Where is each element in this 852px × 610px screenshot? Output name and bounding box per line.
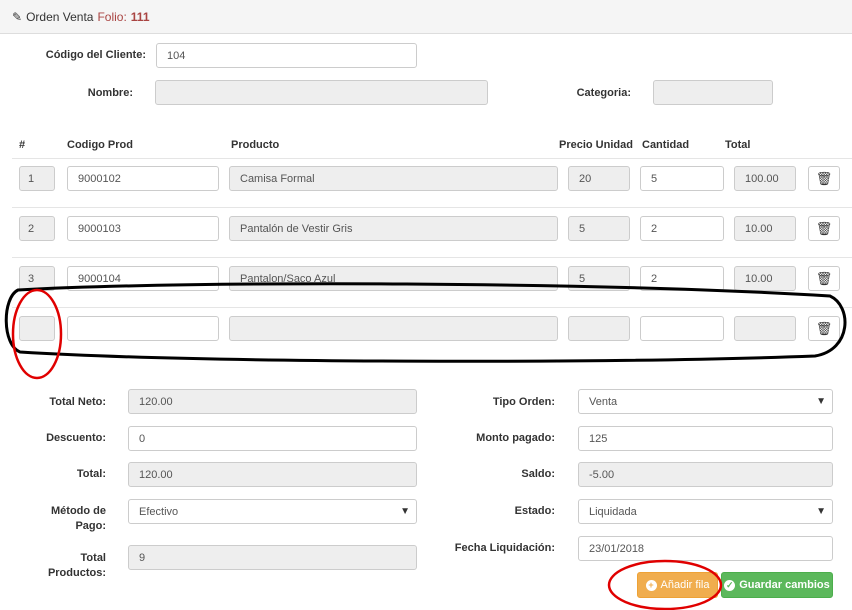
row-num: 1	[19, 166, 55, 191]
precio-input[interactable]: 5	[568, 216, 630, 241]
col-header-total: Total	[725, 139, 751, 151]
delete-row-button[interactable]: 🗑	[808, 216, 840, 241]
chevron-down-icon: ▼	[816, 506, 826, 517]
codigo-prod-input[interactable]: 9000102	[67, 166, 219, 191]
check-circle-icon: ✓	[724, 579, 736, 591]
metodo-pago-value: Efectivo	[139, 505, 179, 518]
total-neto-input[interactable]: 120.00	[128, 389, 417, 414]
folio-label: Folio:	[97, 9, 127, 24]
producto-input[interactable]: Camisa Formal	[229, 166, 558, 191]
producto-input[interactable]	[229, 316, 558, 341]
categoria-input[interactable]	[653, 80, 773, 105]
col-header-num: #	[19, 139, 26, 151]
trash-icon: 🗑	[815, 270, 833, 286]
codigo-cliente-label: Código del Cliente:	[45, 49, 146, 61]
panel-title: Orden Venta	[26, 9, 94, 24]
total-neto-label: Total Neto:	[49, 396, 106, 408]
folio-number: 111	[130, 9, 150, 24]
row-num	[19, 316, 55, 341]
total-input[interactable]: 10.00	[734, 216, 796, 241]
metodo-pago-select[interactable]: Efectivo ▼	[128, 499, 417, 524]
total-input[interactable]	[734, 316, 796, 341]
add-row-button[interactable]: + Añadir fila	[637, 572, 718, 598]
total-label: Total:	[76, 468, 106, 480]
descuento-input[interactable]: 0	[128, 426, 417, 451]
delete-row-button[interactable]: 🗑	[808, 166, 840, 191]
chevron-down-icon: ▼	[816, 396, 826, 407]
save-changes-button[interactable]: ✓ Guardar cambios	[721, 572, 833, 598]
tipo-orden-label: Tipo Orden:	[492, 396, 555, 408]
precio-input[interactable]	[568, 316, 630, 341]
total-productos-label-line2: Productos:	[47, 567, 106, 579]
estado-value: Liquidada	[589, 505, 637, 518]
saldo-label: Saldo:	[521, 468, 555, 480]
nombre-label: Nombre:	[87, 87, 133, 99]
col-header-cantidad: Cantidad	[642, 139, 690, 151]
chevron-down-icon: ▼	[400, 506, 410, 517]
cantidad-input[interactable]	[640, 316, 724, 341]
monto-pagado-input[interactable]: 125	[578, 426, 833, 451]
total-productos-label-line1: Total	[80, 552, 106, 564]
estado-label: Estado:	[514, 505, 555, 517]
add-row-label: Añadir fila	[660, 579, 710, 591]
precio-input[interactable]: 20	[568, 166, 630, 191]
row-divider	[12, 207, 852, 208]
nombre-input[interactable]	[155, 80, 488, 105]
cantidad-input[interactable]: 2	[640, 216, 724, 241]
fecha-liquidacion-input[interactable]: 23/01/2018	[578, 536, 833, 561]
trash-icon: 🗑	[815, 170, 833, 186]
cantidad-input[interactable]: 5	[640, 166, 724, 191]
col-header-codigo: Codigo Prod	[67, 139, 133, 151]
delete-row-button[interactable]: 🗑	[808, 316, 840, 341]
panel-heading: ✎ Orden Venta Folio: 111	[0, 0, 852, 34]
row-num: 3	[19, 266, 55, 291]
col-header-producto: Producto	[231, 139, 280, 151]
fecha-liquidacion-label: Fecha Liquidación:	[454, 542, 555, 554]
pencil-icon: ✎	[12, 9, 23, 24]
tipo-orden-value: Venta	[589, 395, 618, 408]
total-input[interactable]: 10.00	[734, 266, 796, 291]
save-changes-label: Guardar cambios	[739, 579, 830, 591]
col-header-precio: Precio Unidad	[559, 139, 633, 151]
descuento-label: Descuento:	[46, 432, 106, 444]
codigo-prod-input[interactable]: 9000104	[67, 266, 219, 291]
trash-icon: 🗑	[815, 220, 833, 236]
total-productos-input[interactable]: 9	[128, 545, 417, 570]
codigo-cliente-input[interactable]: 104	[156, 43, 417, 68]
codigo-prod-input[interactable]: 9000103	[67, 216, 219, 241]
delete-row-button[interactable]: 🗑	[808, 266, 840, 291]
row-divider	[12, 158, 852, 159]
monto-pagado-label: Monto pagado:	[476, 432, 555, 444]
categoria-label: Categoria:	[576, 87, 631, 99]
metodo-pago-label-line1: Método de	[51, 505, 106, 517]
total-summary-input[interactable]: 120.00	[128, 462, 417, 487]
codigo-prod-input[interactable]	[67, 316, 219, 341]
trash-icon: 🗑	[815, 320, 833, 336]
producto-input[interactable]: Pantalón de Vestir Gris	[229, 216, 558, 241]
row-divider	[12, 307, 852, 308]
tipo-orden-select[interactable]: Venta ▼	[578, 389, 833, 414]
total-input[interactable]: 100.00	[734, 166, 796, 191]
saldo-input[interactable]: -5.00	[578, 462, 833, 487]
row-num: 2	[19, 216, 55, 241]
cantidad-input[interactable]: 2	[640, 266, 724, 291]
precio-input[interactable]: 5	[568, 266, 630, 291]
plus-circle-icon: +	[645, 579, 657, 591]
estado-select[interactable]: Liquidada ▼	[578, 499, 833, 524]
metodo-pago-label-line2: Pago:	[75, 520, 106, 532]
row-divider	[12, 257, 852, 258]
producto-input[interactable]: Pantalon/Saco Azul	[229, 266, 558, 291]
